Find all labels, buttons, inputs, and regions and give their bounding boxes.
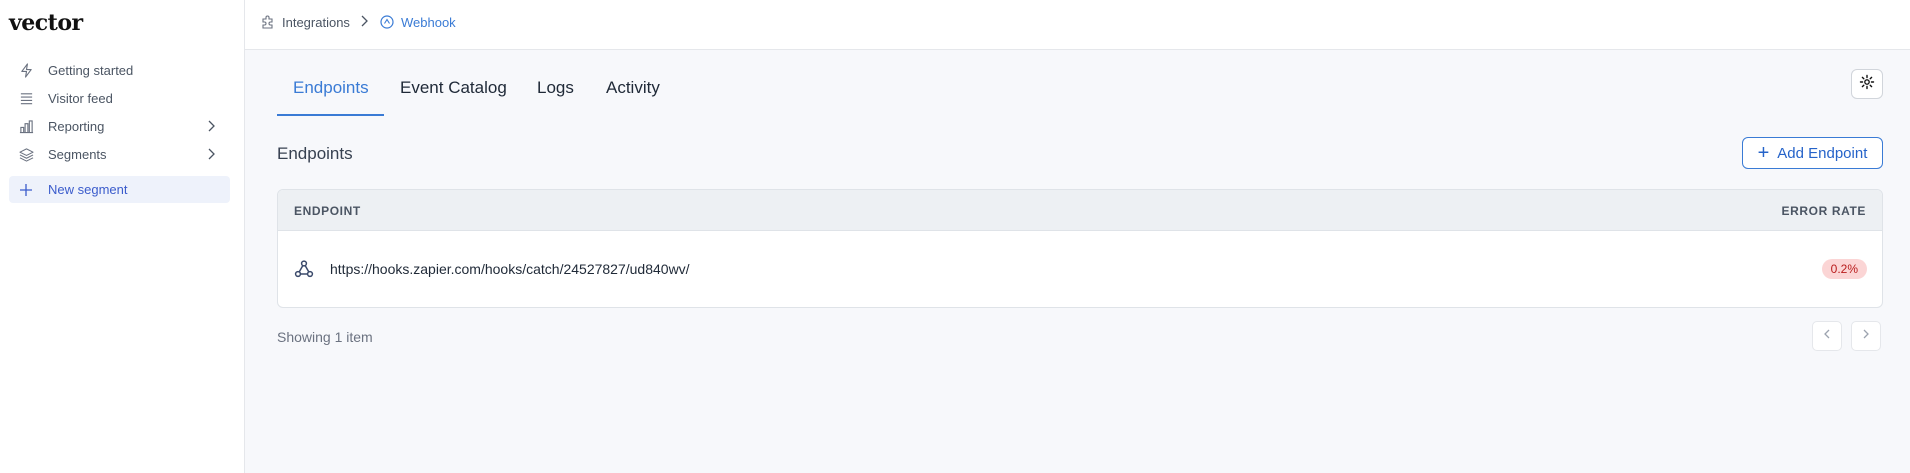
breadcrumb-label: Webhook xyxy=(401,14,456,30)
sidebar: vector Getting started Visitor feed Repo… xyxy=(0,0,245,473)
list-icon xyxy=(18,91,34,107)
breadcrumb-label: Integrations xyxy=(282,14,350,30)
layers-icon xyxy=(18,147,34,163)
sidebar-item-label: New segment xyxy=(48,182,128,197)
chevron-right-icon xyxy=(204,119,218,133)
lightning-icon xyxy=(18,63,34,79)
webhook-icon xyxy=(379,14,395,30)
column-header-endpoint[interactable]: ENDPOINT xyxy=(294,204,361,218)
breadcrumb-separator-icon xyxy=(359,14,371,33)
tab-label: Endpoints xyxy=(293,78,369,97)
tab-label: Event Catalog xyxy=(400,78,507,97)
table-header: ENDPOINT ERROR RATE xyxy=(278,190,1882,231)
webhook-icon xyxy=(293,258,315,280)
endpoints-table: ENDPOINT ERROR RATE https://hooks.zapier… xyxy=(277,189,1883,308)
breadcrumb-integrations[interactable]: Integrations xyxy=(260,0,350,44)
chevron-right-icon xyxy=(1860,327,1872,345)
tab-label: Logs xyxy=(537,78,574,97)
sidebar-item-new-segment[interactable]: New segment xyxy=(9,176,230,203)
sidebar-item-label: Segments xyxy=(48,147,107,162)
table-row[interactable]: https://hooks.zapier.com/hooks/catch/245… xyxy=(278,231,1882,307)
settings-button[interactable] xyxy=(1851,69,1883,99)
sidebar-item-label: Getting started xyxy=(48,63,134,78)
sidebar-item-getting-started[interactable]: Getting started xyxy=(9,57,230,84)
plus-icon: + xyxy=(1757,142,1770,164)
tab-endpoints[interactable]: Endpoints xyxy=(277,78,384,116)
sidebar-item-label: Visitor feed xyxy=(48,91,113,106)
section-title: Endpoints xyxy=(277,144,353,163)
showing-count: Showing 1 item xyxy=(277,329,373,345)
add-endpoint-button[interactable]: + Add Endpoint xyxy=(1742,137,1883,169)
top-header: Integrations Webhook xyxy=(245,0,1910,50)
tab-logs[interactable]: Logs xyxy=(537,78,574,116)
next-page-button[interactable] xyxy=(1851,321,1881,351)
tab-event-catalog[interactable]: Event Catalog xyxy=(400,78,507,116)
sidebar-item-segments[interactable]: Segments xyxy=(9,141,230,168)
breadcrumb-webhook[interactable]: Webhook xyxy=(379,0,456,44)
sidebar-item-visitor-feed[interactable]: Visitor feed xyxy=(9,85,230,112)
plus-icon xyxy=(18,182,34,198)
app-logo: vector xyxy=(9,10,83,36)
chevron-right-icon xyxy=(204,147,218,161)
chevron-left-icon xyxy=(1821,327,1833,345)
sidebar-item-label: Reporting xyxy=(48,119,105,134)
tab-label: Activity xyxy=(606,78,660,97)
error-rate-badge: 0.2% xyxy=(1821,259,1867,279)
tab-activity[interactable]: Activity xyxy=(606,78,660,116)
add-endpoint-label: Add Endpoint xyxy=(1777,144,1868,162)
sidebar-item-reporting[interactable]: Reporting xyxy=(9,113,230,140)
gear-icon xyxy=(1859,74,1875,95)
puzzle-icon xyxy=(260,14,276,30)
column-header-error-rate[interactable]: ERROR RATE xyxy=(1782,204,1866,218)
bar-chart-icon xyxy=(18,119,34,135)
previous-page-button[interactable] xyxy=(1812,321,1842,351)
endpoint-url[interactable]: https://hooks.zapier.com/hooks/catch/245… xyxy=(330,261,690,277)
